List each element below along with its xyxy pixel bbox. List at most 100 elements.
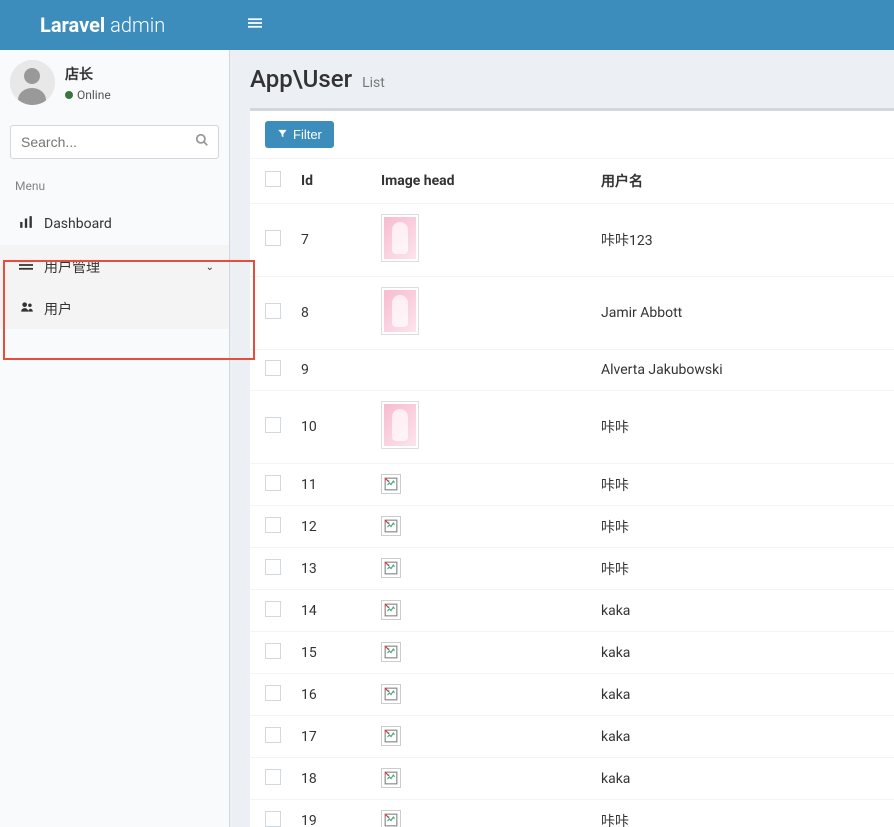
chevron-down-icon: ⌄ xyxy=(206,262,214,273)
avatar[interactable] xyxy=(10,60,55,105)
cell-username: 咔咔 xyxy=(591,800,894,827)
row-checkbox[interactable] xyxy=(265,559,281,575)
user-panel: 店长 Online xyxy=(0,50,229,115)
sidebar: 店长 Online Menu Dashboard 用户管理 ⌄ xyxy=(0,50,230,827)
sidebar-item-label: 用户管理 xyxy=(44,257,196,277)
broken-image-icon[interactable] xyxy=(381,684,401,704)
cell-id: 9 xyxy=(291,350,371,391)
select-all-checkbox[interactable] xyxy=(265,171,281,187)
row-checkbox[interactable] xyxy=(265,769,281,785)
sidebar-subitem-label: 用户 xyxy=(44,299,72,319)
header-username[interactable]: 用户名 xyxy=(591,159,894,204)
cell-image xyxy=(371,590,591,632)
cell-image xyxy=(371,800,591,827)
cell-id: 11 xyxy=(291,464,371,506)
content-header: App\User List xyxy=(230,50,894,108)
cell-id: 17 xyxy=(291,716,371,758)
table-row: 13 咔咔 xyxy=(250,548,894,590)
row-checkbox[interactable] xyxy=(265,727,281,743)
cell-id: 13 xyxy=(291,548,371,590)
header-checkbox xyxy=(250,159,291,204)
cell-id: 15 xyxy=(291,632,371,674)
row-checkbox[interactable] xyxy=(265,643,281,659)
user-thumbnail[interactable] xyxy=(381,287,419,335)
user-thumbnail[interactable] xyxy=(381,214,419,262)
cell-username: 咔咔 xyxy=(591,391,894,464)
search-box xyxy=(10,125,219,159)
menu-header: Menu xyxy=(0,169,229,203)
row-checkbox[interactable] xyxy=(265,360,281,376)
box-header: Filter xyxy=(250,111,894,158)
online-dot-icon xyxy=(65,91,73,99)
broken-image-icon[interactable] xyxy=(381,558,401,578)
table-row: 14 kaka xyxy=(250,590,894,632)
row-checkbox[interactable] xyxy=(265,230,281,246)
table-row: 19咔咔 xyxy=(250,800,894,827)
brand-bold: Laravel xyxy=(40,13,105,37)
cell-username: kaka xyxy=(591,716,894,758)
table-row: 9 Alverta Jakubowski xyxy=(250,350,894,391)
users-icon xyxy=(20,300,34,318)
cell-image xyxy=(371,758,591,800)
broken-image-icon[interactable] xyxy=(381,642,401,662)
cell-image xyxy=(371,277,591,350)
row-checkbox[interactable] xyxy=(265,517,281,533)
cell-id: 16 xyxy=(291,674,371,716)
table-row: 10 咔咔 xyxy=(250,391,894,464)
table-row: 16 kaka xyxy=(250,674,894,716)
cell-username: 咔咔 xyxy=(591,548,894,590)
filter-button[interactable]: Filter xyxy=(265,121,334,148)
main-content: App\User List Filter Id Image head xyxy=(230,50,894,827)
chart-bar-icon xyxy=(18,215,34,233)
header-image[interactable]: Image head xyxy=(371,159,591,204)
broken-image-icon[interactable] xyxy=(381,810,401,827)
user-info: 店长 Online xyxy=(65,64,111,102)
header-id[interactable]: Id xyxy=(291,159,371,204)
page-title: App\User xyxy=(250,65,352,93)
sidebar-item-label: Dashboard xyxy=(44,216,214,232)
user-status: Online xyxy=(65,88,111,102)
broken-image-icon[interactable] xyxy=(381,768,401,788)
sidebar-toggle[interactable] xyxy=(230,16,280,34)
sidebar-subitem-user[interactable]: 用户 xyxy=(0,289,229,329)
broken-image-icon[interactable] xyxy=(381,474,401,494)
table-row: 15 kaka xyxy=(250,632,894,674)
cell-image xyxy=(371,350,591,391)
cell-id: 10 xyxy=(291,391,371,464)
user-thumbnail[interactable] xyxy=(381,401,419,449)
cell-username: kaka xyxy=(591,674,894,716)
cell-username: kaka xyxy=(591,590,894,632)
cell-username: Jamir Abbott xyxy=(591,277,894,350)
cell-id: 14 xyxy=(291,590,371,632)
row-checkbox[interactable] xyxy=(265,417,281,433)
cell-id: 7 xyxy=(291,204,371,277)
row-checkbox[interactable] xyxy=(265,811,281,827)
search-input[interactable] xyxy=(10,125,219,159)
cell-image xyxy=(371,506,591,548)
table-row: 18kaka xyxy=(250,758,894,800)
broken-image-icon[interactable] xyxy=(381,516,401,536)
brand-logo[interactable]: Laravel admin xyxy=(0,13,230,37)
cell-username: Alverta Jakubowski xyxy=(591,350,894,391)
hamburger-icon xyxy=(248,18,262,34)
brand-light: admin xyxy=(110,13,165,37)
sidebar-item-dashboard[interactable]: Dashboard xyxy=(0,203,229,245)
search-icon[interactable] xyxy=(195,133,209,151)
page-subtitle: List xyxy=(362,75,385,91)
broken-image-icon[interactable] xyxy=(381,726,401,746)
cell-username: kaka xyxy=(591,632,894,674)
cell-image xyxy=(371,632,591,674)
cell-image xyxy=(371,674,591,716)
cell-image xyxy=(371,716,591,758)
cell-image xyxy=(371,464,591,506)
row-checkbox[interactable] xyxy=(265,303,281,319)
row-checkbox[interactable] xyxy=(265,601,281,617)
user-table: Id Image head 用户名 7咔咔1238Jamir Abbott9Al… xyxy=(250,158,894,827)
table-row: 17 kaka xyxy=(250,716,894,758)
broken-image-icon[interactable] xyxy=(381,600,401,620)
sidebar-item-user-mgmt[interactable]: 用户管理 ⌄ xyxy=(0,245,229,289)
top-header: Laravel admin xyxy=(0,0,894,50)
row-checkbox[interactable] xyxy=(265,475,281,491)
cell-id: 12 xyxy=(291,506,371,548)
row-checkbox[interactable] xyxy=(265,685,281,701)
